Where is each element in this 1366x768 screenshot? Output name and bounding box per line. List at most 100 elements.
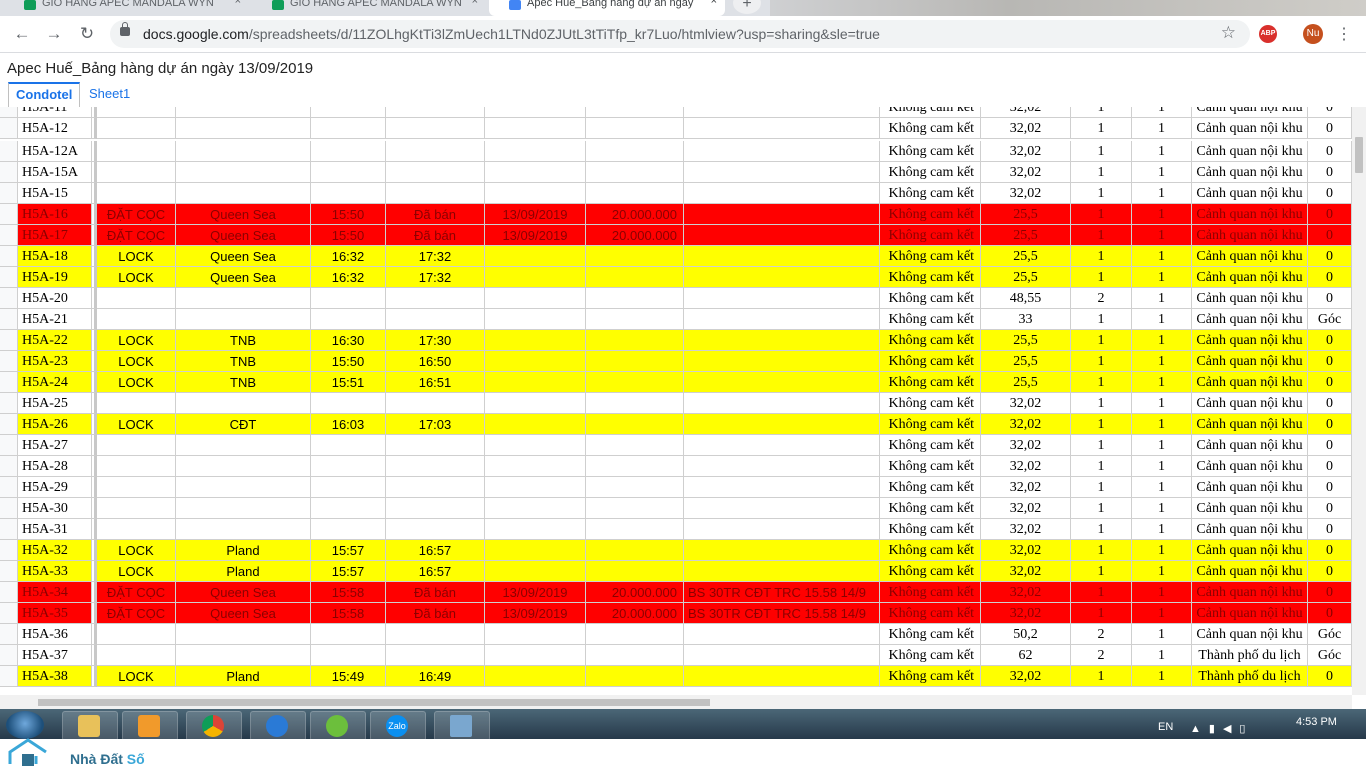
cell-t2[interactable]	[386, 393, 485, 414]
cell-b[interactable]: 1	[1132, 624, 1192, 645]
cell-date[interactable]	[485, 141, 586, 162]
cell-view[interactable]: Cảnh quan nội khu	[1192, 225, 1308, 246]
cell-b[interactable]: 1	[1132, 582, 1192, 603]
cell-t2[interactable]: 16:57	[386, 540, 485, 561]
cell-num[interactable]	[0, 107, 18, 118]
cell-view[interactable]: Cảnh quan nội khu	[1192, 351, 1308, 372]
cell-commit[interactable]: Không cam kết	[880, 309, 981, 330]
cell-status[interactable]	[97, 162, 176, 183]
cell-b[interactable]: 1	[1132, 330, 1192, 351]
cell-view[interactable]: Cảnh quan nội khu	[1192, 582, 1308, 603]
cell-corner[interactable]: 0	[1308, 498, 1352, 519]
cell-view[interactable]: Cảnh quan nội khu	[1192, 414, 1308, 435]
cell-deposit[interactable]	[586, 288, 684, 309]
cell-code[interactable]: H5A-11	[18, 107, 92, 118]
cell-corner[interactable]: 0	[1308, 225, 1352, 246]
cell-date[interactable]	[485, 183, 586, 204]
cell-date[interactable]	[485, 645, 586, 666]
cell-note[interactable]	[684, 288, 880, 309]
cell-code[interactable]: H5A-21	[18, 309, 92, 330]
cell-code[interactable]: H5A-18	[18, 246, 92, 267]
cell-note[interactable]	[684, 624, 880, 645]
cell-view[interactable]: Cảnh quan nội khu	[1192, 519, 1308, 540]
cell-corner[interactable]: 0	[1308, 183, 1352, 204]
cell-deposit[interactable]	[586, 561, 684, 582]
cell-status[interactable]	[97, 435, 176, 456]
cell-num[interactable]	[0, 666, 18, 687]
cell-commit[interactable]: Không cam kết	[880, 141, 981, 162]
cell-date[interactable]: 13/09/2019	[485, 603, 586, 624]
cell-a[interactable]: 1	[1071, 414, 1132, 435]
cell-status[interactable]: ĐẶT CỌC	[97, 582, 176, 603]
cell-status[interactable]	[97, 456, 176, 477]
cell-t1[interactable]	[311, 118, 386, 139]
cell-agent[interactable]: Pland	[176, 540, 311, 561]
cell-b[interactable]: 1	[1132, 204, 1192, 225]
cell-code[interactable]: H5A-33	[18, 561, 92, 582]
cell-commit[interactable]: Không cam kết	[880, 582, 981, 603]
cell-area[interactable]: 25,5	[981, 225, 1071, 246]
cell-commit[interactable]: Không cam kết	[880, 666, 981, 687]
cell-t2[interactable]: 17:32	[386, 246, 485, 267]
cell-corner[interactable]: 0	[1308, 267, 1352, 288]
cell-note[interactable]	[684, 141, 880, 162]
cell-area[interactable]: 32,02	[981, 498, 1071, 519]
cell-deposit[interactable]	[586, 183, 684, 204]
cell-agent[interactable]: Queen Sea	[176, 582, 311, 603]
cell-a[interactable]: 1	[1071, 582, 1132, 603]
cell-area[interactable]: 32,02	[981, 141, 1071, 162]
table-row[interactable]: H5A-16 ĐẶT CỌC Queen Sea 15:50 Đã bán 13/09/2…	[0, 204, 1352, 225]
cell-deposit[interactable]	[586, 456, 684, 477]
cell-view[interactable]: Cảnh quan nội khu	[1192, 372, 1308, 393]
cell-date[interactable]	[485, 561, 586, 582]
cell-t1[interactable]	[311, 624, 386, 645]
cell-status[interactable]: LOCK	[97, 561, 176, 582]
cell-t1[interactable]: 16:03	[311, 414, 386, 435]
cell-area[interactable]: 32,02	[981, 561, 1071, 582]
cell-view[interactable]: Cảnh quan nội khu	[1192, 435, 1308, 456]
cell-code[interactable]: H5A-36	[18, 624, 92, 645]
cell-status[interactable]	[97, 288, 176, 309]
cell-commit[interactable]: Không cam kết	[880, 183, 981, 204]
cell-deposit[interactable]	[586, 666, 684, 687]
cell-corner[interactable]: 0	[1308, 393, 1352, 414]
cell-a[interactable]: 1	[1071, 183, 1132, 204]
cell-note[interactable]	[684, 456, 880, 477]
cell-commit[interactable]: Không cam kết	[880, 435, 981, 456]
table-row[interactable]: H5A-20 Không cam kết 48,55 2 1 Cảnh quan nội …	[0, 288, 1352, 309]
taskbar-photos[interactable]	[434, 711, 490, 741]
cell-agent[interactable]	[176, 624, 311, 645]
cell-status[interactable]	[97, 309, 176, 330]
cell-date[interactable]	[485, 477, 586, 498]
cell-note[interactable]	[684, 645, 880, 666]
cell-b[interactable]: 1	[1132, 393, 1192, 414]
cell-corner[interactable]: 0	[1308, 414, 1352, 435]
cell-agent[interactable]: Pland	[176, 666, 311, 687]
cell-code[interactable]: H5A-28	[18, 456, 92, 477]
cell-num[interactable]	[0, 351, 18, 372]
cell-area[interactable]: 50,2	[981, 624, 1071, 645]
cell-status[interactable]	[97, 498, 176, 519]
cell-num[interactable]	[0, 246, 18, 267]
cell-t2[interactable]	[386, 309, 485, 330]
cell-b[interactable]: 1	[1132, 498, 1192, 519]
cell-area[interactable]: 25,5	[981, 246, 1071, 267]
cell-a[interactable]: 1	[1071, 162, 1132, 183]
cell-num[interactable]	[0, 519, 18, 540]
new-tab-button[interactable]: +	[733, 0, 761, 14]
cell-note[interactable]	[684, 162, 880, 183]
table-row[interactable]: H5A-24 LOCK TNB 15:51 16:51 Không cam kết 25,5…	[0, 372, 1352, 393]
cell-area[interactable]: 32,02	[981, 477, 1071, 498]
cell-t1[interactable]: 15:51	[311, 372, 386, 393]
cell-commit[interactable]: Không cam kết	[880, 267, 981, 288]
cell-commit[interactable]: Không cam kết	[880, 118, 981, 139]
cell-view[interactable]: Cảnh quan nội khu	[1192, 477, 1308, 498]
cell-commit[interactable]: Không cam kết	[880, 540, 981, 561]
cell-status[interactable]	[97, 107, 176, 118]
table-row[interactable]: H5A-38 LOCK Pland 15:49 16:49 Không cam kết 32…	[0, 666, 1352, 687]
cell-agent[interactable]: Queen Sea	[176, 603, 311, 624]
cell-note[interactable]	[684, 107, 880, 118]
cell-num[interactable]	[0, 118, 18, 139]
cell-date[interactable]	[485, 267, 586, 288]
table-row[interactable]: H5A-11 Không cam kết 32,02 1 1 Cảnh quan nội …	[0, 107, 1352, 118]
